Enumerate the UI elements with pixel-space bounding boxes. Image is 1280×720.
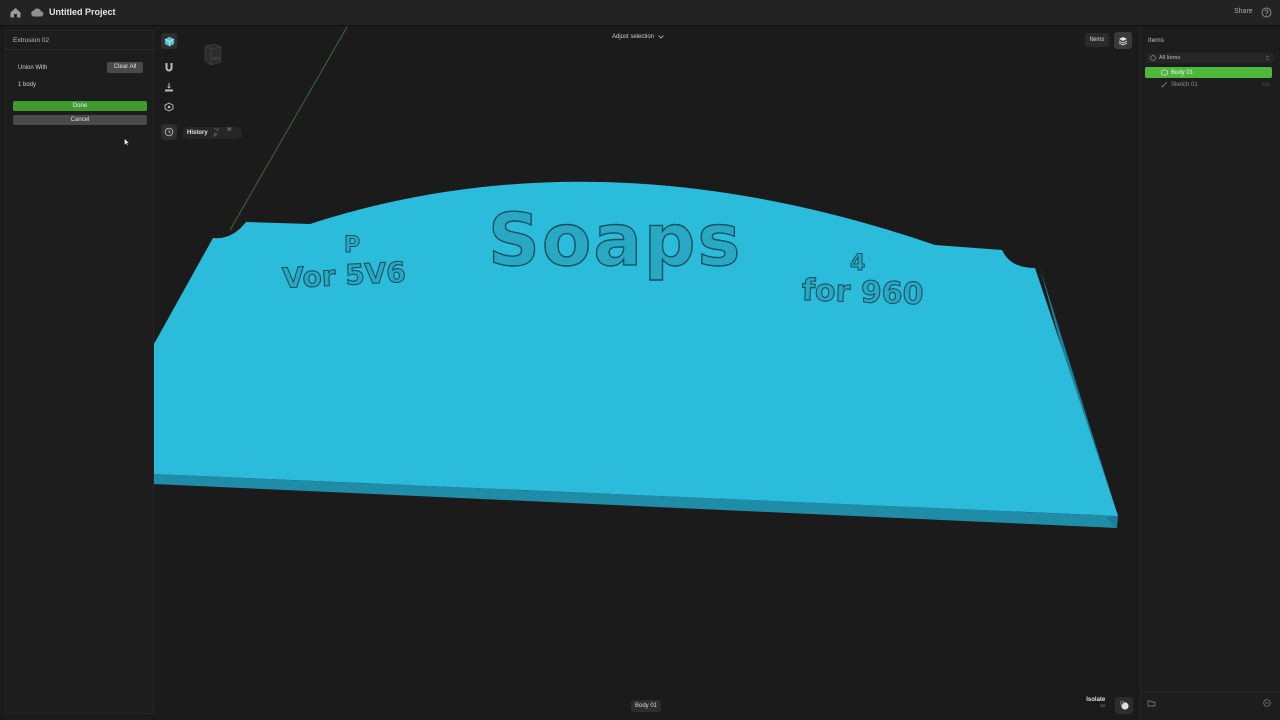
cube-icon[interactable]: [161, 33, 177, 49]
top-bar: Untitled Project Share: [0, 0, 1280, 26]
focus-icon[interactable]: [161, 99, 177, 115]
union-with-label: Union With: [18, 65, 48, 71]
item-label: Body 01: [1171, 69, 1194, 76]
chevron-down-icon: [658, 34, 664, 39]
svg-text:4: 4: [850, 251, 865, 276]
items-panel-title: Items: [1148, 37, 1164, 44]
right-text-label: for 960: [801, 273, 924, 312]
items-panel: Items All Items Body 01 Sketch 01: [1140, 28, 1280, 720]
isolate-icon: [1119, 701, 1129, 710]
settings-icon[interactable]: [1263, 699, 1271, 707]
isolate-label-group: Isolate Off: [1082, 697, 1105, 708]
project-title[interactable]: Untitled Project: [49, 7, 116, 17]
sketch-icon: [1161, 81, 1168, 88]
left-text-label: Vor 5V6: [282, 256, 407, 295]
extrusion-panel: Extrusion 02 Union With Clear All 1 body…: [5, 30, 154, 714]
clear-all-button[interactable]: Clear All: [107, 62, 143, 73]
cancel-button[interactable]: Cancel: [13, 115, 147, 125]
isolate-state: Off: [1100, 703, 1106, 708]
history-label: History: [187, 130, 208, 136]
text-soaps[interactable]: Soaps: [487, 197, 742, 282]
view-cube-icon[interactable]: [203, 42, 223, 68]
eye-icon[interactable]: [1262, 82, 1270, 87]
chevron-updown-icon: [1265, 55, 1270, 61]
panel-divider: [6, 49, 153, 50]
done-button[interactable]: Done: [13, 101, 147, 111]
item-row-body[interactable]: Body 01: [1145, 67, 1272, 78]
panel-title: Extrusion 02: [13, 37, 50, 44]
body-icon: [1161, 69, 1168, 76]
cloud-icon[interactable]: [30, 6, 44, 19]
adjust-selection-label: Adjust selection: [612, 33, 655, 40]
items-panel-footer-divider: [1141, 692, 1280, 693]
items-filter-dropdown[interactable]: All Items: [1146, 53, 1273, 63]
body-count: 1 body: [18, 82, 37, 88]
adjust-selection-dropdown[interactable]: Adjust selection: [612, 31, 664, 42]
3d-viewport[interactable]: Soaps Vor 5V6 P for 960 4: [154, 27, 1139, 720]
help-icon[interactable]: [1261, 7, 1272, 18]
share-button[interactable]: Share: [1234, 8, 1253, 15]
isolate-toggle-button[interactable]: [1115, 697, 1133, 714]
history-icon[interactable]: [161, 124, 177, 140]
svg-text:P: P: [344, 233, 360, 258]
filter-label: All Items: [1159, 55, 1181, 61]
layers-icon[interactable]: [1114, 32, 1132, 49]
history-tooltip: History ⌥ ⌘ P: [183, 127, 241, 139]
selected-body-chip[interactable]: Body 01: [631, 700, 661, 712]
home-icon[interactable]: [9, 6, 22, 19]
magnet-icon[interactable]: [161, 59, 177, 75]
ground-icon[interactable]: [161, 79, 177, 95]
items-toggle-button[interactable]: Items: [1085, 33, 1109, 47]
mouse-cursor-icon: [124, 138, 130, 146]
filter-icon: [1150, 55, 1156, 61]
soaps-label: Soaps: [488, 198, 742, 282]
new-folder-icon[interactable]: [1147, 699, 1156, 707]
vertical-toolbar: [158, 30, 180, 150]
history-shortcut: ⌥ ⌘ P: [213, 127, 235, 139]
viewport-canvas[interactable]: Soaps Vor 5V6 P for 960 4: [154, 27, 1139, 720]
item-label: Sketch 01: [1171, 81, 1198, 88]
item-row-sketch[interactable]: Sketch 01: [1145, 79, 1272, 90]
